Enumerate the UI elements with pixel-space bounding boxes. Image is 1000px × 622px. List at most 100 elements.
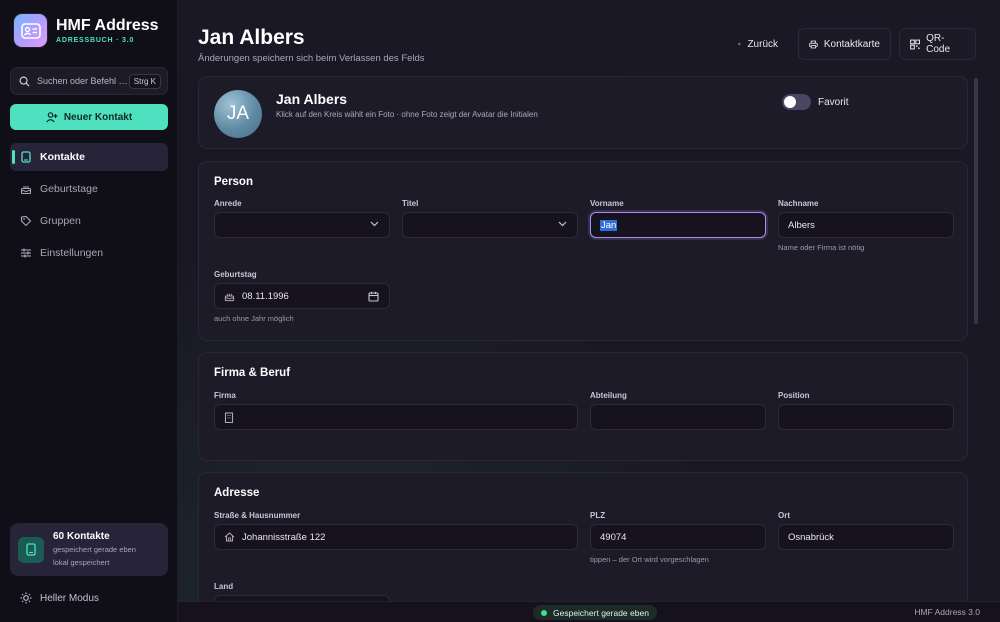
person-section: Person Anrede Titel Vorname Jan Nachname… [198,161,968,341]
profile-hint: Klick auf den Kreis wählt ein Foto · ohn… [276,110,538,119]
stats-saved-line: gespeichert gerade eben [53,545,136,554]
tag-icon [20,215,32,227]
ort-label: Ort [778,511,790,520]
page-title: Jan Albers [198,26,305,49]
search-input[interactable]: Suchen oder Befehl … Strg K [10,67,168,95]
app-window: HMF Address ADRESSBUCH · 3.0 Suchen oder… [0,0,1000,622]
avatar[interactable]: JA [214,90,262,138]
chevron-down-icon [558,221,567,227]
form-scroll-area: JA Jan Albers Klick auf den Kreis wählt … [198,76,968,602]
cake-icon [20,186,32,195]
new-contact-button[interactable]: Neuer Kontakt [10,104,168,130]
printer-icon [809,40,818,48]
app-version: HMF Address 3.0 [914,607,980,617]
stats-storage-line: lokal gespeichert [53,558,110,567]
position-label: Position [778,391,810,400]
status-dot-icon [541,609,547,616]
search-icon [19,76,30,87]
sliders-icon [21,248,31,258]
strasse-label: Straße & Hausnummer [214,511,301,520]
toggle-switch[interactable] [782,94,811,110]
qr-code-icon [910,39,920,49]
position-field[interactable] [778,404,954,430]
strasse-field[interactable]: Johannisstraße 122 [214,524,578,550]
app-subtitle: ADRESSBUCH · 3.0 [56,37,135,44]
sidebar-item-gruppen[interactable]: Gruppen [10,207,168,235]
ort-field[interactable]: Osnabrück [778,524,954,550]
search-shortcut: Strg K [128,73,161,89]
land-label: Land [214,582,234,591]
ort-value: Osnabrück [788,531,834,543]
save-status-text: Gespeichert gerade eben [553,607,649,618]
avatar-initials: JA [226,103,250,124]
plz-field[interactable]: 49074 [590,524,766,550]
chevron-down-icon [370,221,379,227]
sidebar: HMF Address ADRESSBUCH · 3.0 Suchen oder… [0,0,178,622]
abteilung-field[interactable] [590,404,766,430]
geburtstag-label: Geburtstag [214,270,257,279]
home-icon [224,532,235,542]
add-user-icon [46,111,58,122]
qr-code-label: QR-Code [926,33,951,55]
company-section: Firma & Beruf Firma Abteilung Position [198,352,968,461]
firma-label: Firma [214,391,236,400]
sidebar-item-label: Kontakte [40,151,85,163]
contacts-stats-card: 60 Kontakte gespeichert gerade eben loka… [10,523,168,576]
new-contact-label: Neuer Kontakt [63,111,133,123]
geburtstag-hint: auch ohne Jahr möglich [214,314,294,323]
sidebar-item-einstellungen[interactable]: Einstellungen [10,239,168,267]
main-content: Jan Albers Änderungen speichern sich bei… [178,0,1000,622]
plz-label: PLZ [590,511,606,520]
vorname-label: Vorname [590,199,624,208]
back-button[interactable]: Zurück [728,28,788,60]
search-placeholder: Suchen oder Befehl … [37,76,128,86]
sidebar-item-label: Einstellungen [40,247,104,259]
anrede-label: Anrede [214,199,242,208]
theme-toggle[interactable]: Heller Modus [20,592,99,604]
contacts-count: 60 Kontakte [53,531,110,542]
sun-icon [20,592,32,604]
contact-card-label: Kontaktkarte [823,38,880,50]
sidebar-item-label: Gruppen [40,215,81,227]
brand: HMF Address ADRESSBUCH · 3.0 [14,14,159,47]
arrow-left-icon [738,42,742,46]
qr-code-button[interactable]: QR-Code [899,28,976,60]
vorname-value: Jan [600,219,618,231]
address-section: Adresse Straße & Hausnummer Johannisstra… [198,472,968,602]
section-title: Firma & Beruf [214,367,291,379]
page-subtitle: Änderungen speichern sich beim Verlassen… [198,53,425,64]
nachname-field[interactable]: Albers [778,212,954,238]
titel-select[interactable] [402,212,578,238]
firma-field[interactable] [214,404,578,430]
book-icon [21,151,31,163]
sidebar-nav: Kontakte Geburtstage Gruppen Einstellung… [10,143,168,271]
favorite-label: Favorit [818,96,849,108]
nachname-value: Albers [788,219,815,231]
favorite-toggle[interactable]: Favorit [782,94,849,110]
back-label: Zurück [747,38,778,50]
sidebar-item-kontakte[interactable]: Kontakte [10,143,168,171]
calendar-icon[interactable] [368,291,379,302]
vorname-field[interactable]: Jan [590,212,766,238]
anrede-select[interactable] [214,212,390,238]
profile-card: JA Jan Albers Klick auf den Kreis wählt … [198,76,968,149]
sidebar-item-label: Geburtstage [40,183,98,195]
sidebar-item-geburtstage[interactable]: Geburtstage [10,175,168,203]
building-icon [224,411,234,423]
address-card-icon [14,14,47,47]
geburtstag-field[interactable]: 08.11.1996 [214,283,390,309]
section-title: Person [214,176,253,188]
nachname-hint: Name oder Firma ist nötig [778,243,865,252]
nachname-label: Nachname [778,199,819,208]
scrollbar[interactable] [974,78,978,324]
abteilung-label: Abteilung [590,391,627,400]
profile-name: Jan Albers [276,91,348,107]
strasse-value: Johannisstraße 122 [242,531,326,543]
theme-toggle-label: Heller Modus [40,592,99,604]
plz-hint: tippen – der Ort wird vorgeschlagen [590,555,709,564]
section-title: Adresse [214,487,260,499]
status-bar: Gespeichert gerade eben HMF Address 3.0 [178,601,1000,622]
book-icon [18,536,44,563]
plz-value: 49074 [600,531,627,543]
contact-card-button[interactable]: Kontaktkarte [798,28,891,60]
